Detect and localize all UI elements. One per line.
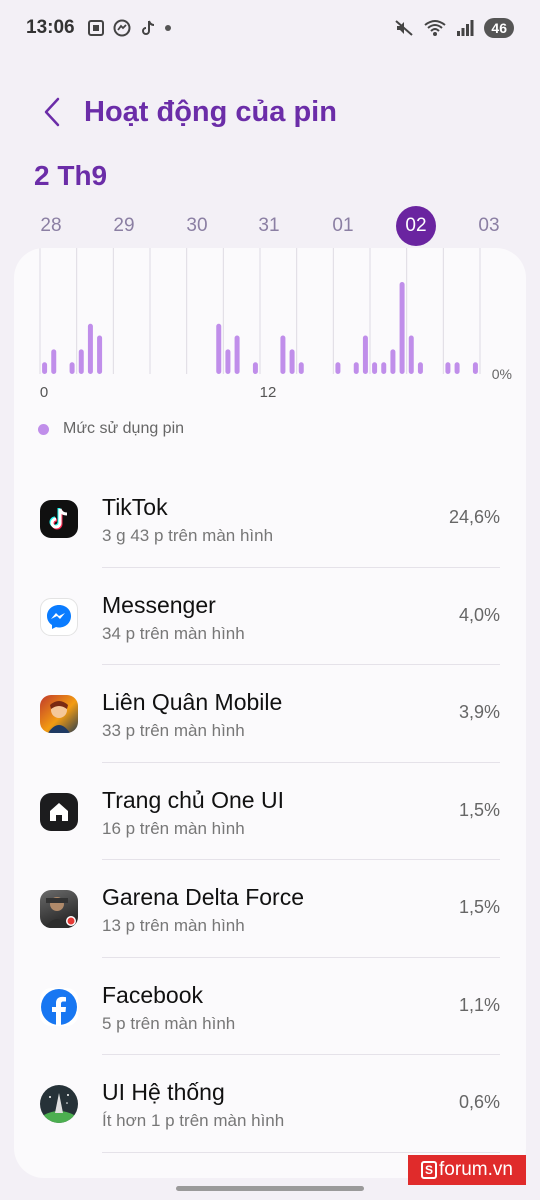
chart-bar: [216, 323, 222, 374]
chart-bar: [399, 282, 405, 374]
app-row-messenger[interactable]: Messenger 34 p trên màn hình 4,0%: [14, 568, 526, 665]
app-battery-percent: 3,9%: [458, 702, 500, 722]
notification-icons: [87, 19, 171, 37]
app-name: Liên Quân Mobile: [102, 689, 283, 715]
legend-label: Mức sử dụng pin: [63, 420, 185, 437]
app-row-one-ui-home[interactable]: Trang chủ One UI 16 p trên màn hình 1,5%: [14, 763, 526, 860]
tiktok-notif-icon: [141, 20, 154, 35]
day-29[interactable]: 29: [104, 206, 144, 246]
app-name: Trang chủ One UI: [102, 786, 284, 813]
signal-icon: [457, 20, 474, 36]
app-row-garena-delta-force[interactable]: Garena Delta Force 13 p trên màn hình 1,…: [14, 860, 526, 958]
watermark-text: forum.vn: [439, 1159, 513, 1180]
screenshot-icon: [87, 20, 104, 36]
chart-bar: [381, 362, 387, 374]
battery-usage-chart: 0 12 0%: [39, 248, 512, 401]
battery-level: 46: [484, 18, 514, 38]
chart-bar: [335, 362, 341, 374]
messenger-notif-icon: [113, 19, 131, 37]
app-name: TikTok: [102, 494, 168, 520]
wifi-icon: [424, 20, 447, 36]
legend-dot: [38, 423, 49, 435]
chart-bar: [390, 349, 396, 374]
watermark: S forum.vn: [408, 1155, 526, 1185]
delta-force-icon: [40, 890, 78, 928]
app-row-lien-quan-mobile[interactable]: Liên Quân Mobile 33 p trên màn hình 3,9%: [14, 665, 526, 763]
chart-bar: [445, 362, 451, 374]
more-notifications-dot: [164, 25, 171, 31]
app-screen-time: Ít hơn 1 p trên màn hình: [102, 1111, 285, 1130]
app-name: Garena Delta Force: [102, 884, 304, 910]
chevron-left-icon: [44, 97, 60, 127]
day-selector: 28 29 30 31 01 02 03: [14, 206, 526, 246]
chart-bar: [362, 335, 368, 374]
day-31[interactable]: 31: [249, 206, 289, 246]
chart-bar: [78, 349, 84, 374]
facebook-icon: [40, 987, 78, 1026]
chart-bar: [225, 349, 231, 374]
battery-usage-card: 0 12 0% Mức sử dụng pin TikTok 3 g 43 p …: [14, 248, 526, 1178]
app-screen-time: 3 g 43 p trên màn hình: [102, 526, 274, 545]
chart-bar: [252, 362, 258, 374]
home-indicator[interactable]: [176, 1186, 364, 1191]
system-ui-icon: [40, 1085, 78, 1123]
app-screen-time: 33 p trên màn hình: [102, 721, 245, 740]
divider: [102, 1151, 500, 1153]
date-label: 2 Th9: [34, 160, 108, 191]
chart-bar: [234, 335, 240, 374]
app-row-system-ui[interactable]: UI Hệ thống Ít hơn 1 p trên màn hình 0,6…: [14, 1055, 526, 1153]
app-header: Hoạt động của pin: [0, 82, 540, 142]
app-battery-percent: 1,5%: [458, 897, 500, 917]
app-name: Messenger: [102, 591, 216, 618]
lien-quan-icon: [40, 695, 78, 733]
app-row-facebook[interactable]: Facebook 5 p trên màn hình 1,1%: [14, 958, 526, 1055]
app-screen-time: 5 p trên màn hình: [102, 1013, 236, 1033]
day-01[interactable]: 01: [323, 206, 363, 246]
chart-legend: Mức sử dụng pin: [38, 420, 184, 438]
chart-bar: [69, 362, 75, 374]
chart-bar: [42, 362, 48, 374]
day-03[interactable]: 03: [469, 206, 509, 246]
chart-bar: [298, 362, 304, 374]
app-battery-percent: 4,0%: [458, 604, 500, 625]
app-battery-percent: 1,5%: [458, 799, 500, 820]
app-battery-percent: 0,6%: [458, 1092, 500, 1112]
chart-bar: [97, 335, 103, 374]
app-row-tiktok[interactable]: TikTok 3 g 43 p trên màn hình 24,6%: [14, 470, 526, 568]
day-28[interactable]: 28: [31, 206, 71, 246]
app-screen-time: 13 p trên màn hình: [102, 916, 245, 935]
y-tick-label-0pct: 0%: [492, 366, 512, 382]
app-battery-percent: 1,1%: [458, 994, 500, 1015]
app-name: Facebook: [102, 981, 204, 1008]
app-name: UI Hệ thống: [102, 1079, 225, 1105]
status-time: 13:06: [26, 17, 75, 38]
messenger-icon: [40, 597, 78, 636]
forum-logo-icon: S: [421, 1161, 438, 1179]
chart-bar: [408, 335, 414, 374]
chart-bar: [417, 362, 423, 374]
app-usage-list: TikTok 3 g 43 p trên màn hình 24,6% Mess…: [14, 470, 526, 1153]
chart-bar: [454, 362, 460, 374]
chart-bar: [472, 362, 478, 374]
app-screen-time: 34 p trên màn hình: [102, 623, 245, 643]
chart-bar: [372, 362, 378, 374]
chart-bar: [87, 323, 93, 374]
chart-bar: [280, 335, 286, 374]
home-icon: [40, 792, 78, 831]
x-tick-label-12: 12: [260, 384, 277, 401]
day-30[interactable]: 30: [177, 206, 217, 246]
chart-bar: [353, 362, 359, 374]
x-tick-label-0: 0: [40, 384, 48, 401]
back-button[interactable]: [22, 82, 82, 142]
mute-icon: [395, 20, 414, 36]
status-bar: 13:06 46: [0, 0, 540, 56]
page-title: Hoạt động của pin: [84, 95, 337, 128]
day-02-selected[interactable]: 02: [396, 206, 436, 246]
app-screen-time: 16 p trên màn hình: [102, 818, 245, 838]
tiktok-icon: [40, 500, 78, 538]
chart-bar: [289, 349, 295, 374]
app-battery-percent: 24,6%: [448, 507, 500, 527]
chart-bar: [51, 349, 57, 374]
